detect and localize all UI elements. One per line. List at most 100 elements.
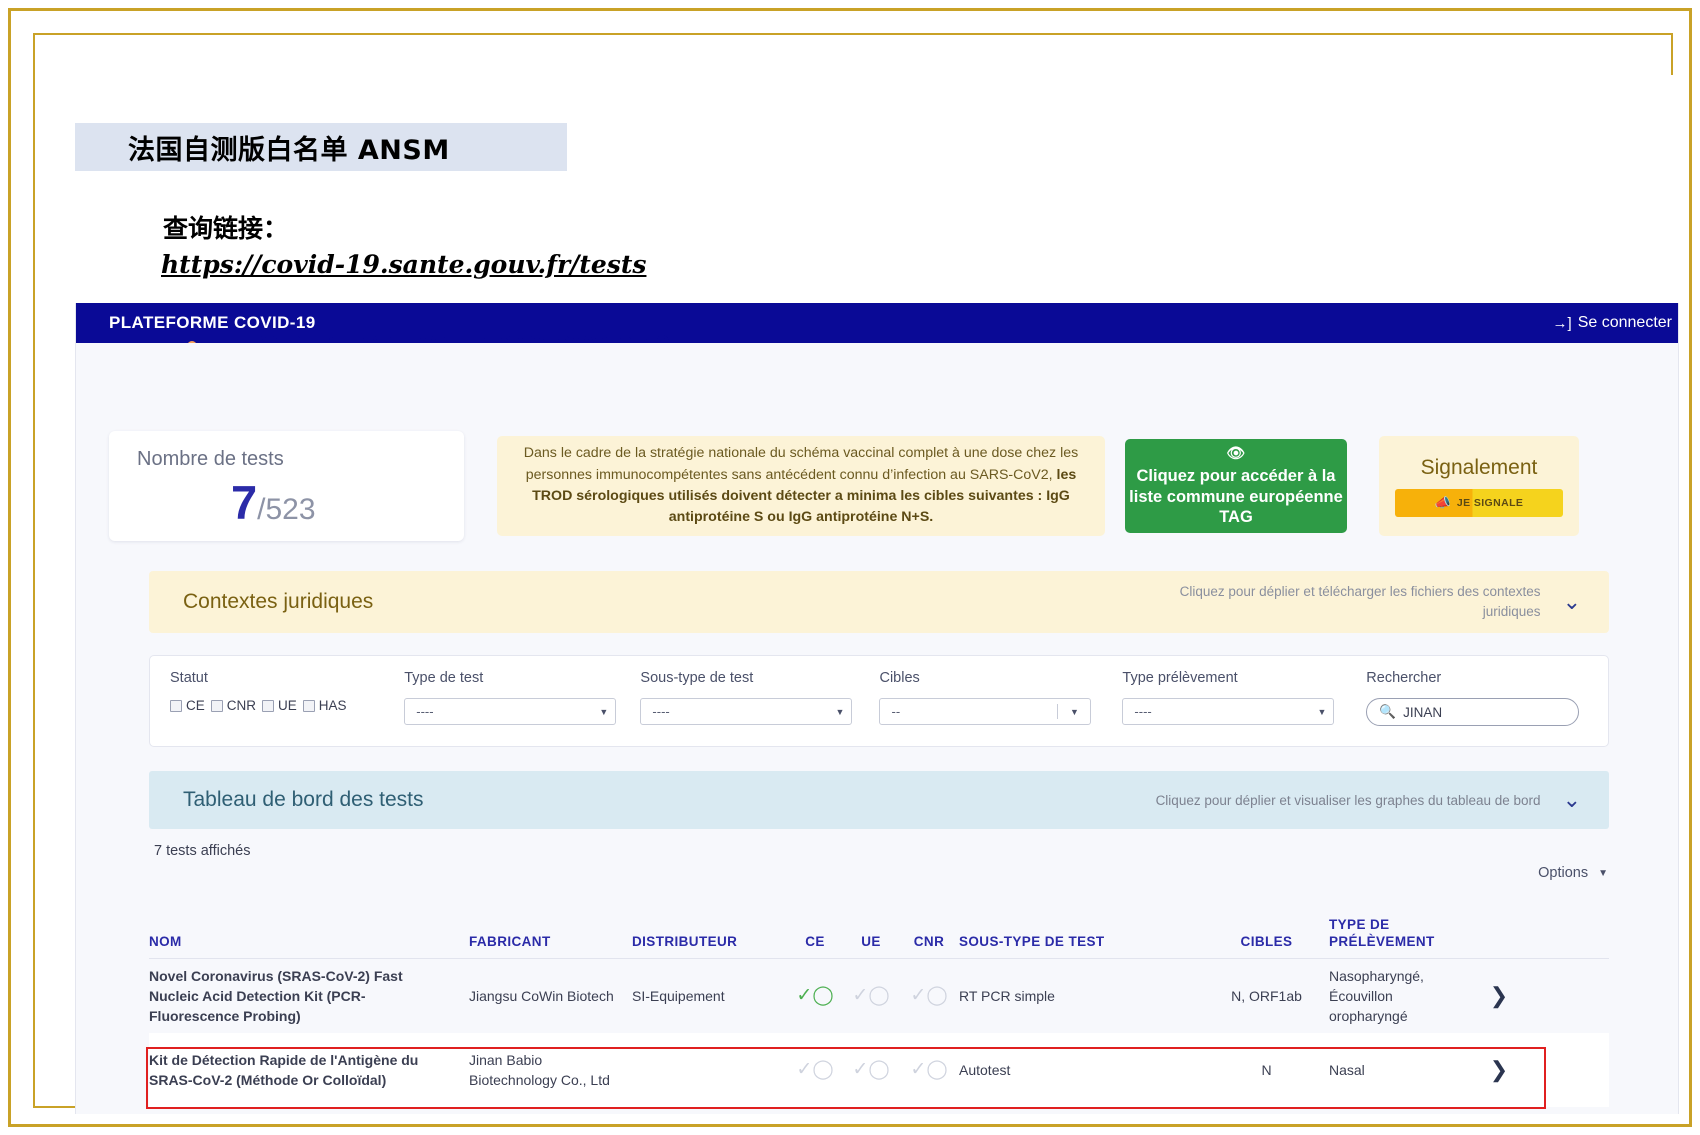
decorative-outer-frame: 法国自测版白名单 ANSM 查询链接： https://covid-19.san… [8, 8, 1692, 1127]
chevron-down-icon[interactable]: ⌄ [1563, 589, 1581, 615]
chinese-title-banner: 法国自测版白名单 ANSM [75, 123, 567, 171]
european-tag-list-label: Cliquez pour accéder à la liste commune … [1125, 466, 1347, 526]
ce-check-icon: ✓◯ [796, 1059, 833, 1080]
type-de-test-select[interactable]: ---- ▼ [404, 698, 616, 725]
filter-sous-type-label: Sous-type de test [640, 670, 879, 686]
checkbox-ue-label: UE [278, 698, 297, 713]
cibles-select[interactable]: -- ▼ [879, 698, 1091, 725]
je-signale-button[interactable]: 📣 JE SIGNALE [1395, 489, 1563, 517]
navbar-brand: PLATEFORME COVID-19 [76, 313, 316, 333]
chevron-down-icon: ▼ [1598, 868, 1608, 879]
table-header-row: NOM FABRICANT DISTRIBUTEUR CE UE CNR SOU… [149, 913, 1609, 959]
signalement-title: Signalement [1421, 456, 1538, 480]
cnr-check-icon: ✓◯ [910, 985, 947, 1006]
cell-fabricant: Jinan Babio Biotechnology Co., Ltd [469, 1050, 632, 1091]
checkbox-ce[interactable]: CE [170, 698, 205, 713]
chevron-down-icon: ▼ [836, 707, 845, 717]
filter-type-de-test-label: Type de test [404, 670, 640, 686]
search-input-value: JINAN [1403, 705, 1442, 720]
checkbox-ce-label: CE [186, 698, 205, 713]
summary-strip: Nombre de tests 7 /523 Dans le cadre de … [109, 431, 1649, 541]
test-count-card: Nombre de tests 7 /523 [109, 431, 464, 541]
checkbox-box-icon [211, 700, 223, 712]
cell-cibles: N [1204, 1060, 1329, 1080]
results-table: NOM FABRICANT DISTRIBUTEUR CE UE CNR SOU… [149, 913, 1609, 1107]
contextes-juridiques-accordion[interactable]: Contextes juridiques Cliquez pour déplie… [149, 571, 1609, 633]
login-arrow-icon: →] [1553, 315, 1572, 332]
chinese-title-text: 法国自测版白名单 ANSM [75, 128, 450, 167]
type-prelevement-select[interactable]: ---- ▼ [1122, 698, 1334, 725]
type-de-test-value: ---- [416, 704, 433, 719]
cell-prelevement: Nasal [1329, 1060, 1469, 1080]
page-content: Nombre de tests 7 /523 Dans le cadre de … [76, 343, 1679, 1114]
checkbox-ue[interactable]: UE [262, 698, 297, 713]
cell-sous-type: Autotest [959, 1060, 1204, 1080]
cell-cibles: N, ORF1ab [1204, 986, 1329, 1006]
je-signale-label: JE SIGNALE [1457, 497, 1523, 509]
slide-page: 法国自测版白名单 ANSM 查询链接： https://covid-19.san… [75, 75, 1679, 1114]
chevron-down-icon[interactable]: ⌄ [1563, 787, 1581, 813]
cell-distributeur: SI-Equipement [632, 986, 787, 1006]
source-url-link[interactable]: https://covid-19.sante.gouv.fr/tests [161, 250, 646, 279]
filter-rechercher: Rechercher 🔍 JINAN [1366, 670, 1588, 726]
tableau-de-bord-title: Tableau de bord des tests [183, 788, 424, 812]
table-row[interactable]: Kit de Détection Rapide de l'Antigène du… [149, 1033, 1609, 1107]
table-row[interactable]: Novel Coronavirus (SRAS-CoV-2) Fast Nucl… [149, 959, 1609, 1033]
chevron-right-icon[interactable]: ❯ [1490, 1057, 1508, 1082]
cnr-check-icon: ✓◯ [910, 1059, 947, 1080]
chevron-right-icon[interactable]: ❯ [1490, 983, 1508, 1008]
filter-sous-type-de-test: Sous-type de test ---- ▼ [640, 670, 879, 725]
megaphone-icon: 📣 [1435, 495, 1451, 511]
search-input[interactable]: 🔍 JINAN [1366, 698, 1579, 726]
chevron-down-icon: ▼ [1317, 707, 1326, 717]
contextes-juridiques-title: Contextes juridiques [183, 590, 373, 614]
column-header-ce: CE [787, 933, 843, 951]
search-icon: 🔍 [1379, 704, 1396, 720]
options-button[interactable]: Options ▼ [1538, 865, 1608, 881]
checkbox-has-label: HAS [319, 698, 347, 713]
test-count-total: /523 [257, 493, 315, 527]
filter-cibles: Cibles -- ▼ [879, 670, 1122, 725]
login-button[interactable]: →] Se connecter [1553, 314, 1679, 332]
test-count-values: 7 /523 [137, 475, 464, 530]
filter-statut-label: Statut [170, 670, 404, 686]
checkbox-box-icon [170, 700, 182, 712]
column-header-sous-type: SOUS-TYPE DE TEST [959, 933, 1204, 951]
checkbox-cnr-label: CNR [227, 698, 256, 713]
filter-rechercher-label: Rechercher [1366, 670, 1588, 686]
column-header-fabricant: FABRICANT [469, 933, 632, 951]
tableau-de-bord-hint: Cliquez pour déplier et visualiser les g… [1156, 793, 1541, 808]
filter-bar: Statut CE CNR UE HAS Type de test [149, 655, 1609, 747]
cibles-value: -- [880, 704, 1058, 719]
ce-check-icon: ✓◯ [796, 985, 833, 1006]
checkbox-has[interactable]: HAS [303, 698, 347, 713]
checkbox-box-icon [262, 700, 274, 712]
filter-cibles-label: Cibles [879, 670, 1122, 686]
cell-fabricant: Jiangsu CoWin Biotech [469, 986, 632, 1006]
vaccination-notice-panel: Dans le cadre de la stratégie nationale … [497, 436, 1105, 536]
chevron-down-icon: ▼ [1058, 707, 1090, 717]
ue-check-icon: ✓◯ [852, 985, 889, 1006]
column-header-cnr: CNR [899, 933, 959, 951]
embedded-screenshot: PLATEFORME COVID-19 →] Se connecter [75, 303, 1679, 1114]
filter-statut: Statut CE CNR UE HAS [170, 670, 404, 713]
filter-type-de-test: Type de test ---- ▼ [404, 670, 640, 725]
sous-type-de-test-select[interactable]: ---- ▼ [640, 698, 852, 725]
column-header-cibles: CIBLES [1204, 933, 1329, 951]
sous-type-de-test-value: ---- [652, 704, 669, 719]
chinese-link-label: 查询链接： [163, 209, 288, 245]
results-count: 7 tests affichés [154, 843, 250, 859]
test-count-label: Nombre de tests [137, 448, 464, 471]
cell-prelevement: Nasopharyngé, Écouvillon oropharyngé [1329, 966, 1469, 1027]
decorative-inner-frame: 法国自测版白名单 ANSM 查询链接： https://covid-19.san… [33, 33, 1673, 1108]
column-header-ue: UE [843, 933, 899, 951]
tableau-de-bord-accordion[interactable]: Tableau de bord des tests Cliquez pour d… [149, 771, 1609, 829]
checkbox-cnr[interactable]: CNR [211, 698, 256, 713]
column-header-distributeur: DISTRIBUTEUR [632, 933, 787, 951]
notice-text-normal: Dans le cadre de la stratégie nationale … [524, 445, 1078, 482]
login-label: Se connecter [1578, 314, 1672, 332]
european-tag-list-button[interactable]: 👁 Cliquez pour accéder à la liste commun… [1125, 439, 1347, 533]
column-header-nom: NOM [149, 933, 469, 951]
options-label: Options [1538, 865, 1588, 881]
test-count-value: 7 [231, 475, 257, 530]
